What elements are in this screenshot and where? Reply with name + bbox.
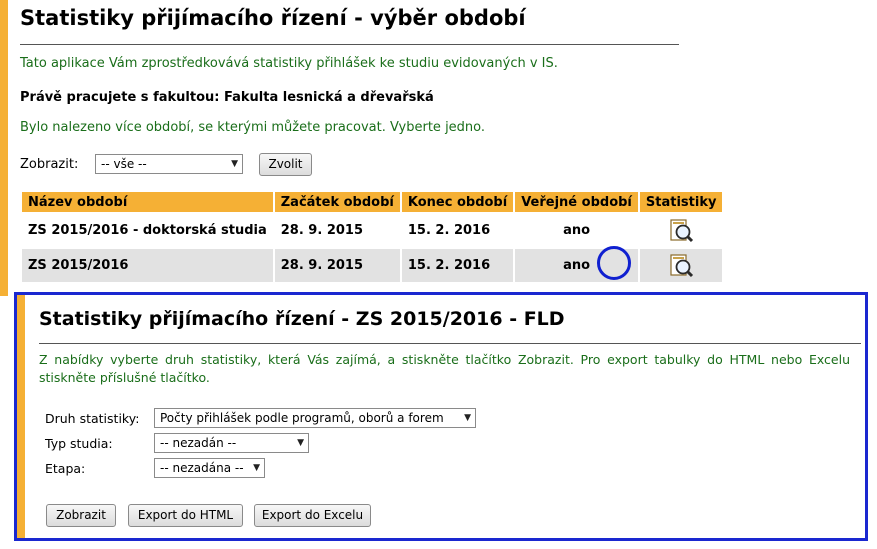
period-name: ZS 2015/2016 - doktorská studia: [22, 214, 273, 247]
chevron-down-icon: ▼: [253, 463, 260, 473]
faculty-line: Právě pracujete s fakultou: Fakulta lesn…: [20, 90, 434, 105]
page-title: Statistiky přijímacího řízení - výběr ob…: [20, 6, 526, 30]
column-header-statistics: Statistiky: [639, 192, 723, 212]
table-row: ZS 2015/2016 - doktorská studia 28. 9. 2…: [22, 214, 723, 247]
found-periods-text: Bylo nalezeno více období, se kterými mů…: [20, 120, 486, 135]
study-type-select[interactable]: -- nezadán -- ▼: [154, 433, 309, 453]
panel-title: Statistiky přijímacího řízení - ZS 2015/…: [39, 308, 565, 330]
period-end: 15. 2. 2016: [401, 214, 514, 247]
chevron-down-icon: ▼: [464, 413, 471, 423]
column-header-public: Veřejné období: [515, 192, 638, 212]
highlight-circle: [597, 246, 631, 280]
column-header-name: Název období: [22, 192, 273, 212]
magnifier-document-icon[interactable]: [668, 218, 694, 244]
stage-label: Etapa:: [45, 461, 86, 476]
table-header-row: Název období Začátek období Konec období…: [22, 192, 723, 212]
export-html-button[interactable]: Export do HTML: [128, 504, 243, 527]
accent-bar: [0, 0, 8, 296]
panel-accent-bar: [17, 295, 25, 538]
period-start: 28. 9. 2015: [274, 249, 400, 282]
stat-type-select[interactable]: Počty přihlášek podle programů, oborů a …: [154, 408, 476, 428]
panel-instructions: Z nabídky vyberte druh statistiky, která…: [39, 352, 850, 385]
chevron-down-icon: ▼: [231, 159, 238, 169]
intro-text: Tato aplikace Vám zprostředkovává statis…: [20, 56, 558, 71]
stage-select[interactable]: -- nezadána -- ▼: [154, 458, 265, 478]
stat-type-value: Počty přihlášek podle programů, oborů a …: [160, 411, 444, 425]
study-type-label: Typ studia:: [45, 436, 113, 451]
magnifier-document-icon[interactable]: [668, 253, 694, 279]
filter-select[interactable]: -- vše -- ▼: [95, 154, 243, 174]
column-header-start: Začátek období: [274, 192, 400, 212]
study-type-value: -- nezadán --: [160, 436, 237, 450]
period-name: ZS 2015/2016: [22, 249, 273, 282]
title-divider: [20, 44, 679, 45]
period-start: 28. 9. 2015: [274, 214, 400, 247]
filter-select-value: -- vše --: [101, 157, 147, 171]
period-public: ano: [515, 214, 638, 247]
stat-type-label: Druh statistiky:: [45, 411, 140, 426]
statistics-cell: [639, 214, 723, 247]
choose-button[interactable]: Zvolit: [259, 153, 312, 176]
panel-divider: [39, 343, 861, 344]
column-header-end: Konec období: [401, 192, 514, 212]
show-button[interactable]: Zobrazit: [46, 504, 116, 527]
period-end: 15. 2. 2016: [401, 249, 514, 282]
statistics-panel: Statistiky přijímacího řízení - ZS 2015/…: [14, 292, 868, 541]
statistics-cell: [639, 249, 723, 282]
filter-label: Zobrazit:: [20, 157, 79, 172]
chevron-down-icon: ▼: [297, 438, 304, 448]
export-excel-button[interactable]: Export do Excelu: [254, 504, 371, 527]
stage-value: -- nezadána --: [160, 461, 244, 475]
